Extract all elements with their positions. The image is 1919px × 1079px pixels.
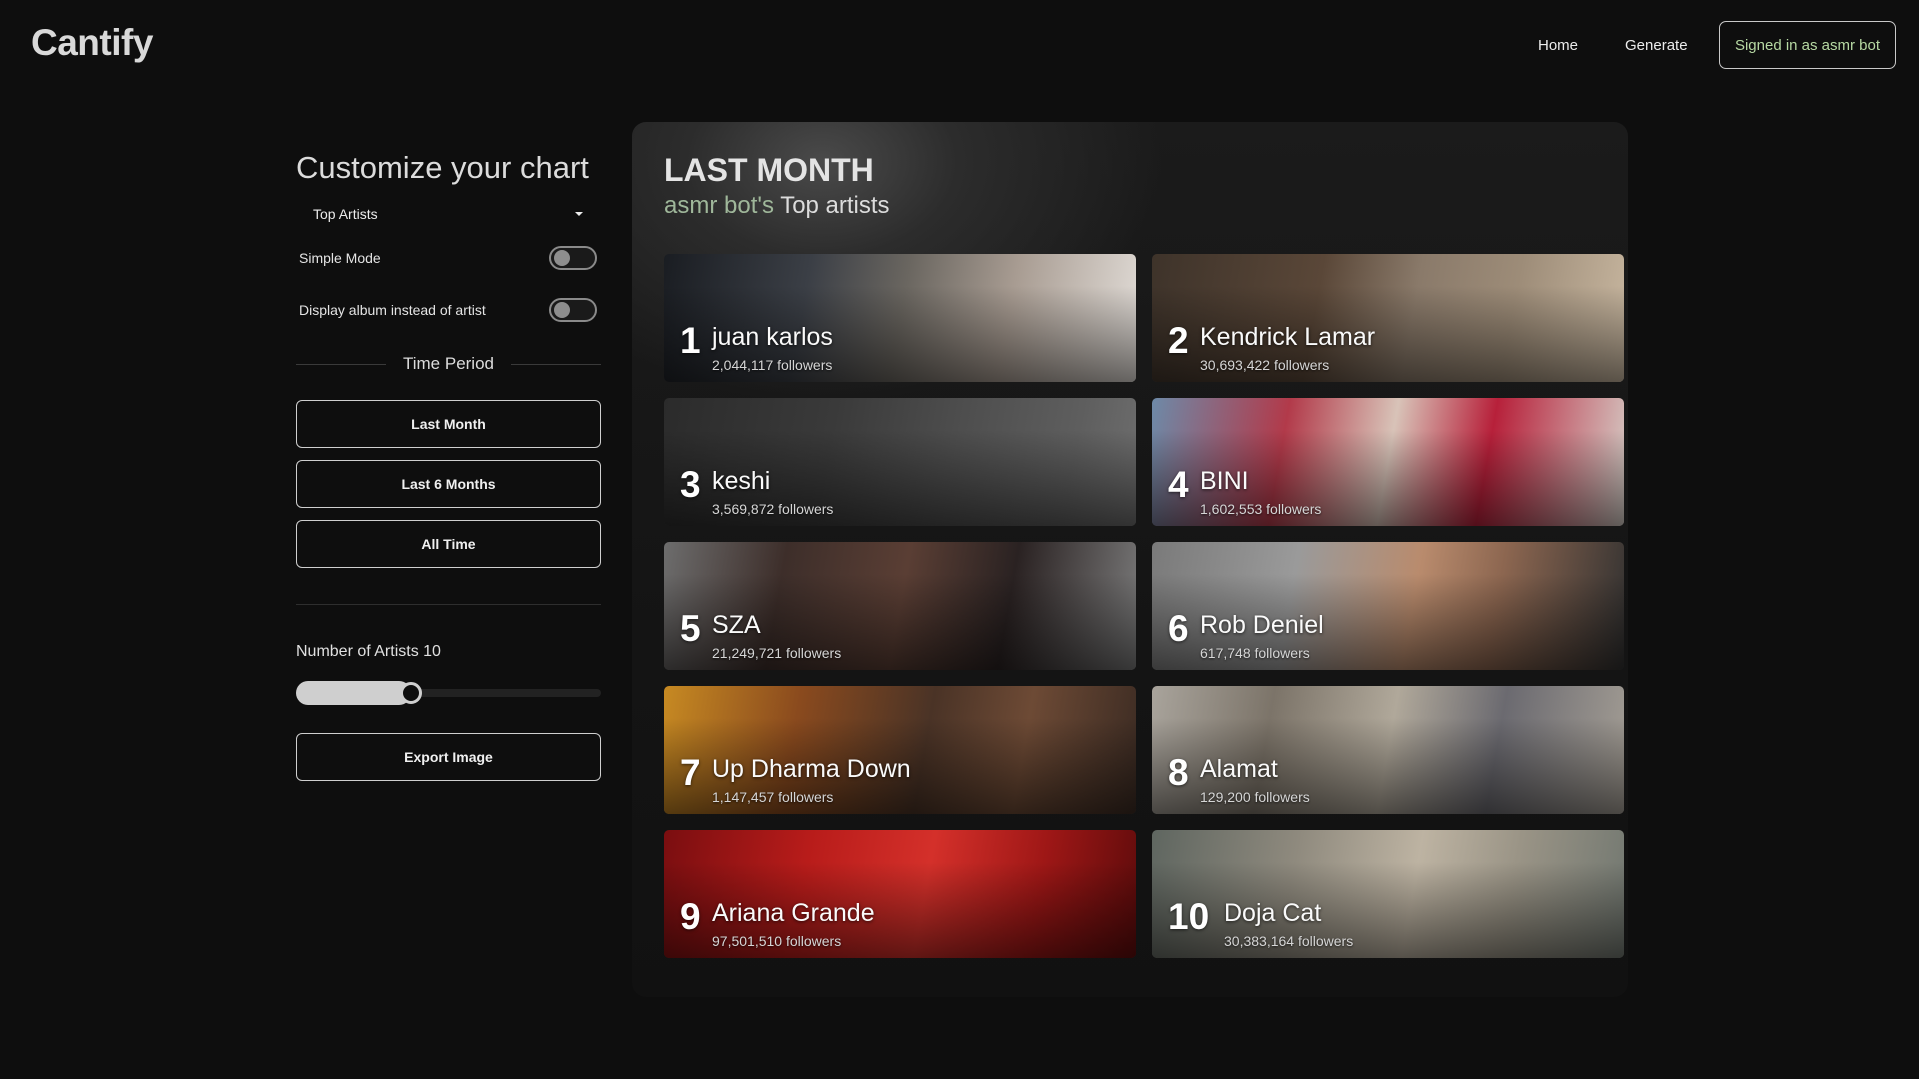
album-mode-row: Display album instead of artist xyxy=(296,298,601,322)
simple-mode-label: Simple Mode xyxy=(299,250,381,266)
last-6-months-button[interactable]: Last 6 Months xyxy=(296,460,601,508)
album-mode-toggle[interactable] xyxy=(549,298,597,322)
artist-card: 7 Up Dharma Down 1,147,457 followers xyxy=(664,686,1136,814)
artist-name: Rob Deniel xyxy=(1200,611,1324,639)
export-image-button[interactable]: Export Image xyxy=(296,733,601,781)
chart-subtitle-text: Top artists xyxy=(780,192,890,219)
artist-card: 1 juan karlos 2,044,117 followers xyxy=(664,254,1136,382)
time-period-divider: Time Period xyxy=(296,352,601,376)
artist-rank: 5 xyxy=(680,608,701,649)
card-shade xyxy=(1152,830,1624,958)
artist-card: 5 SZA 21,249,721 followers xyxy=(664,542,1136,670)
artist-followers: 3,569,872 followers xyxy=(712,501,834,517)
artist-count-slider[interactable] xyxy=(296,681,601,705)
app-logo[interactable]: Cantify xyxy=(31,22,153,64)
artist-card: 2 Kendrick Lamar 30,693,422 followers xyxy=(1152,254,1624,382)
artist-name: Ariana Grande xyxy=(712,899,875,927)
artist-name: Up Dharma Down xyxy=(712,755,911,783)
artist-rank: 4 xyxy=(1168,464,1189,505)
simple-mode-row: Simple Mode xyxy=(296,246,601,270)
chart-period-title: LAST MONTH xyxy=(664,152,874,188)
chart-type-select[interactable]: Top Artists xyxy=(296,200,601,228)
artist-count-value: 10 xyxy=(423,643,441,660)
artist-rank: 3 xyxy=(680,464,701,505)
artist-card: 10 Doja Cat 30,383,164 followers xyxy=(1152,830,1624,958)
top-artists-chart: LAST MONTH asmr bot's Top artists 1 juan … xyxy=(632,122,1628,997)
nav-generate-link[interactable]: Generate xyxy=(1625,37,1688,54)
signed-in-button[interactable]: Signed in as asmr bot xyxy=(1719,21,1896,69)
artist-count-text: Number of Artists xyxy=(296,643,419,660)
artist-card: 3 keshi 3,569,872 followers xyxy=(664,398,1136,526)
artist-rank: 7 xyxy=(680,752,701,793)
chart-subtitle: asmr bot's Top artists xyxy=(664,192,890,220)
nav-home-link[interactable]: Home xyxy=(1538,37,1578,54)
artist-rank: 6 xyxy=(1168,608,1189,649)
toggle-knob xyxy=(554,302,570,318)
slider-handle[interactable] xyxy=(400,682,422,704)
artist-followers: 129,200 followers xyxy=(1200,789,1310,805)
artist-name: SZA xyxy=(712,611,761,639)
divider-line-left xyxy=(296,364,386,365)
customize-sidebar: Customize your chart Top Artists Simple … xyxy=(296,150,601,781)
artist-followers: 1,147,457 followers xyxy=(712,789,834,805)
artist-followers: 2,044,117 followers xyxy=(712,357,833,373)
artist-name: keshi xyxy=(712,467,771,495)
time-period-label: Time Period xyxy=(402,354,494,373)
last-month-button[interactable]: Last Month xyxy=(296,400,601,448)
artist-card: 8 Alamat 129,200 followers xyxy=(1152,686,1624,814)
artist-followers: 21,249,721 followers xyxy=(712,645,842,661)
album-mode-label: Display album instead of artist xyxy=(299,302,486,318)
customize-title: Customize your chart xyxy=(296,150,589,185)
artist-count-label: Number of Artists 10 xyxy=(296,643,601,661)
slider-fill xyxy=(296,681,411,705)
caret-down-icon xyxy=(575,212,583,216)
artist-card: 9 Ariana Grande 97,501,510 followers xyxy=(664,830,1136,958)
artist-name: Alamat xyxy=(1200,755,1278,783)
artist-followers: 30,693,422 followers xyxy=(1200,357,1330,373)
simple-mode-toggle[interactable] xyxy=(549,246,597,270)
artist-rank: 2 xyxy=(1168,320,1189,361)
artist-followers: 1,602,553 followers xyxy=(1200,501,1322,517)
artist-followers: 97,501,510 followers xyxy=(712,933,842,949)
artist-rank: 10 xyxy=(1168,896,1210,937)
all-time-button[interactable]: All Time xyxy=(296,520,601,568)
artist-rank: 9 xyxy=(680,896,701,937)
artist-name: Doja Cat xyxy=(1224,899,1322,927)
artist-followers: 30,383,164 followers xyxy=(1224,933,1354,949)
divider-line-right xyxy=(511,364,601,365)
top-navbar: Cantify Home Generate Signed in as asmr … xyxy=(0,0,1919,92)
chart-type-value: Top Artists xyxy=(313,206,378,222)
artist-name: juan karlos xyxy=(712,323,833,351)
artist-rank: 8 xyxy=(1168,752,1189,793)
artist-card: 6 Rob Deniel 617,748 followers xyxy=(1152,542,1624,670)
artist-rank: 1 xyxy=(680,320,701,361)
artist-card: 4 BINI 1,602,553 followers xyxy=(1152,398,1624,526)
section-divider xyxy=(296,604,601,605)
artist-name: Kendrick Lamar xyxy=(1200,323,1376,351)
artist-name: BINI xyxy=(1200,467,1249,495)
chart-username: asmr bot's xyxy=(664,192,774,219)
toggle-knob xyxy=(554,250,570,266)
artist-followers: 617,748 followers xyxy=(1200,645,1310,661)
